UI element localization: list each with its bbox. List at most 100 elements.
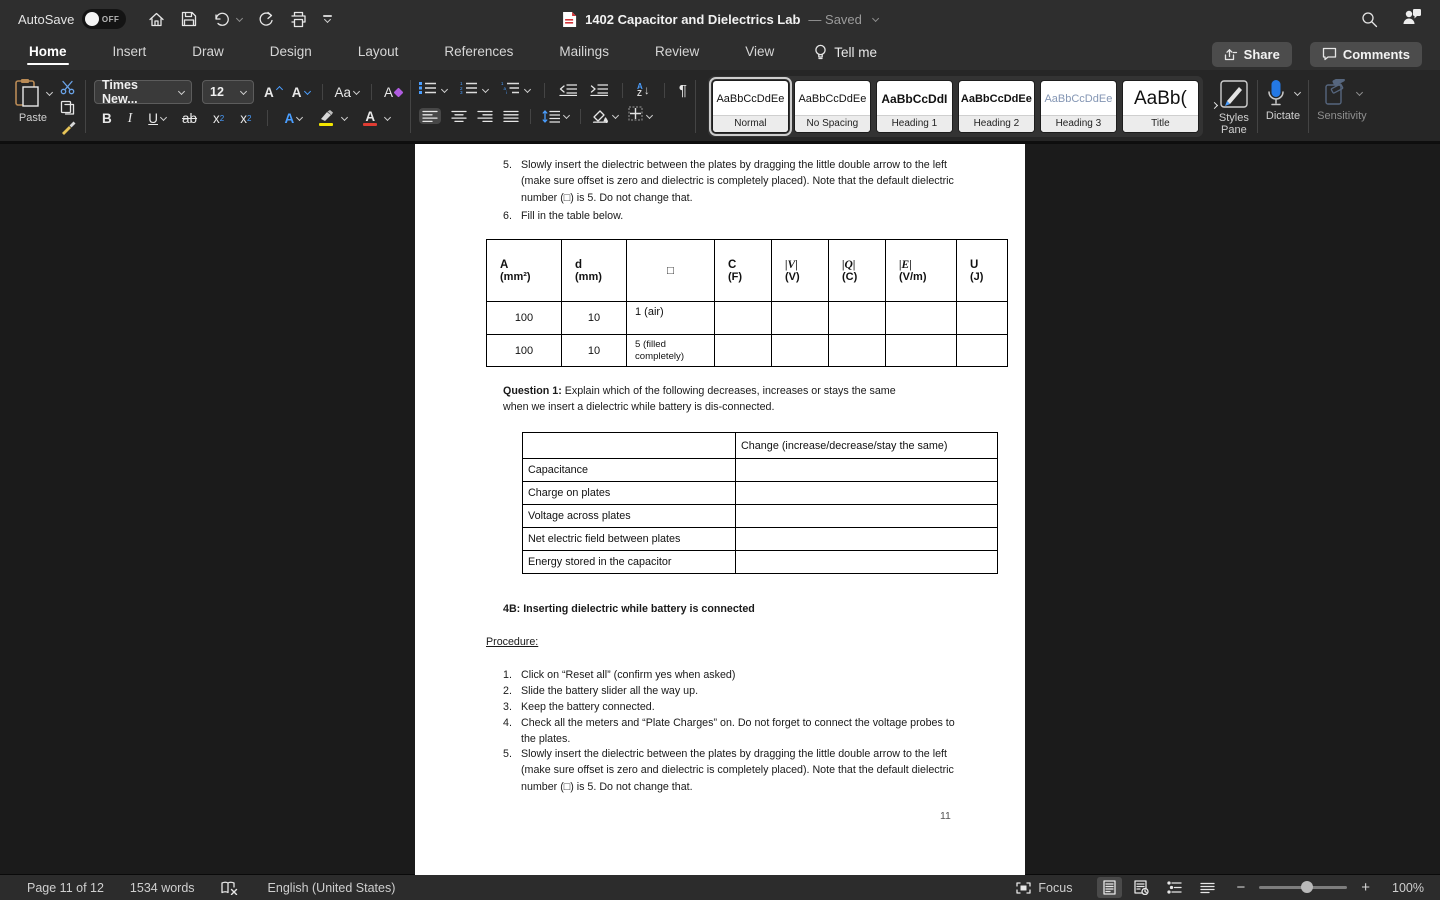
word-count[interactable]: 1534 words [130,881,195,895]
document-page[interactable]: 5. Slowly insert the dielectric between … [415,144,1025,875]
bullet-list-chevron-icon[interactable] [440,85,449,93]
focus-button[interactable]: Focus [1016,881,1072,895]
title-menu-chevron-icon[interactable] [871,14,879,22]
paste-menu-chevron-icon[interactable] [45,88,54,96]
bullet-list-button[interactable] [419,81,437,99]
align-left-button[interactable] [419,108,442,124]
highlight-button[interactable] [318,110,334,126]
lightbulb-icon [815,44,826,59]
font-name-select[interactable]: Times New... [94,78,192,106]
sort-button[interactable]: AZ ↓ [637,83,650,98]
svg-text:3: 3 [460,90,463,94]
sensitivity-button[interactable]: Sensitivity [1317,74,1367,139]
highlight-chevron-icon[interactable] [341,113,349,121]
shading-chevron-icon[interactable] [611,111,620,119]
tab-mailings[interactable]: Mailings [559,44,609,65]
tab-references[interactable]: References [444,44,513,65]
comments-button[interactable]: Comments [1309,41,1422,67]
print-layout-view-button[interactable] [1097,877,1123,898]
styles-gallery-more-button[interactable] [1207,74,1219,139]
save-icon[interactable] [181,11,197,27]
proofing-status-icon[interactable] [220,881,238,895]
tab-draw[interactable]: Draw [192,44,224,65]
shrink-font-button[interactable]: A [292,85,311,100]
zoom-out-button[interactable]: − [1234,879,1247,896]
italic-button[interactable]: I [128,110,133,126]
page-info[interactable]: Page 11 of 12 [27,881,104,895]
document-area[interactable]: 5. Slowly insert the dielectric between … [0,143,1440,875]
format-painter-icon[interactable] [60,120,77,135]
print-icon[interactable] [290,11,307,28]
style-label: Heading 1 [876,115,952,132]
outline-view-button[interactable] [1161,878,1188,897]
style-heading3[interactable]: AaBbCcDdEe Heading 3 [1039,80,1117,133]
autosave-toggle[interactable]: OFF [82,9,127,29]
superscript-button[interactable]: x2 [240,111,251,126]
undo-menu-chevron-icon[interactable] [236,14,244,22]
line-spacing-chevron-icon[interactable] [562,111,571,119]
styles-pane-button[interactable]: Styles Pane [1219,74,1249,139]
share-presence-icon[interactable] [1402,8,1422,30]
tab-design[interactable]: Design [270,44,312,65]
change-case-button[interactable]: Aa [335,85,361,100]
justify-button[interactable] [503,110,519,122]
tab-view[interactable]: View [745,44,774,65]
borders-button[interactable] [628,106,643,126]
numbered-list-button[interactable]: 123 [460,81,478,99]
style-normal[interactable]: AaBbCcDdEe Normal [708,77,792,136]
font-color-chevron-icon[interactable] [384,113,392,121]
tab-insert[interactable]: Insert [113,44,147,65]
line-spacing-button[interactable] [542,109,561,123]
multilevel-list-button[interactable]: 1ai [501,81,520,99]
tab-home[interactable]: Home [27,44,69,65]
bold-button[interactable]: B [102,111,112,126]
align-center-button[interactable] [451,110,467,122]
font-size-select[interactable]: 12 [202,80,254,104]
undo-button[interactable] [213,11,244,27]
paste-button[interactable]: Paste [14,74,54,139]
dictate-button[interactable]: Dictate [1266,74,1302,139]
zoom-slider[interactable] [1259,881,1348,893]
subscript-button[interactable]: x2 [213,111,224,126]
font-color-button[interactable]: A [363,109,378,126]
tell-me-button[interactable]: Tell me [814,44,877,65]
shading-button[interactable] [592,109,609,123]
home-icon[interactable] [148,11,165,28]
font-size-chevron-icon [239,87,248,95]
copy-icon[interactable] [60,100,77,115]
tab-review[interactable]: Review [655,44,699,65]
style-no-spacing[interactable]: AaBbCcDdEe No Spacing [793,80,871,133]
language-status[interactable]: English (United States) [268,881,396,895]
search-icon[interactable] [1361,11,1378,28]
strikethrough-button[interactable]: ab [182,111,197,126]
draft-view-button[interactable] [1194,879,1221,897]
zoom-level[interactable]: 100% [1386,881,1424,895]
zoom-slider-knob[interactable] [1301,881,1314,893]
borders-chevron-icon[interactable] [645,111,654,119]
zoom-in-button[interactable]: + [1359,879,1372,896]
numbered-list-chevron-icon[interactable] [481,85,490,93]
question1-table[interactable]: Change (increase/decrease/stay the same)… [522,432,998,574]
text-effects-button[interactable]: A [284,111,304,126]
styles-gallery: AaBbCcDdEe Normal AaBbCcDdEe No Spacing … [707,76,1203,137]
web-layout-view-button[interactable] [1128,877,1155,898]
style-title[interactable]: AaBb( Title [1121,80,1199,133]
tab-layout[interactable]: Layout [358,44,399,65]
clear-formatting-button[interactable]: A [384,85,404,100]
multilevel-list-chevron-icon[interactable] [523,85,532,93]
capacitor-data-table[interactable]: A (mm²) d (mm) □ C (F) |V| (V) |Q| (C) |E| (V/… [486,239,1008,367]
decrease-indent-button[interactable] [559,84,578,96]
show-paragraph-marks-button[interactable]: ¶ [679,82,687,99]
increase-indent-button[interactable] [590,84,609,96]
grow-font-button[interactable]: A [264,85,283,100]
redo-button[interactable] [258,11,274,27]
align-right-button[interactable] [477,110,493,122]
customize-toolbar-chevron-icon[interactable] [323,15,333,23]
style-heading2[interactable]: AaBbCcDdEe Heading 2 [957,80,1035,133]
style-heading1[interactable]: AaBbCcDdI Heading 1 [875,80,953,133]
cut-icon[interactable] [60,80,77,95]
dictate-chevron-icon[interactable] [1293,88,1302,96]
underline-button[interactable]: U [148,111,168,126]
svg-text:i: i [506,90,507,94]
share-button[interactable]: Share [1211,41,1292,67]
